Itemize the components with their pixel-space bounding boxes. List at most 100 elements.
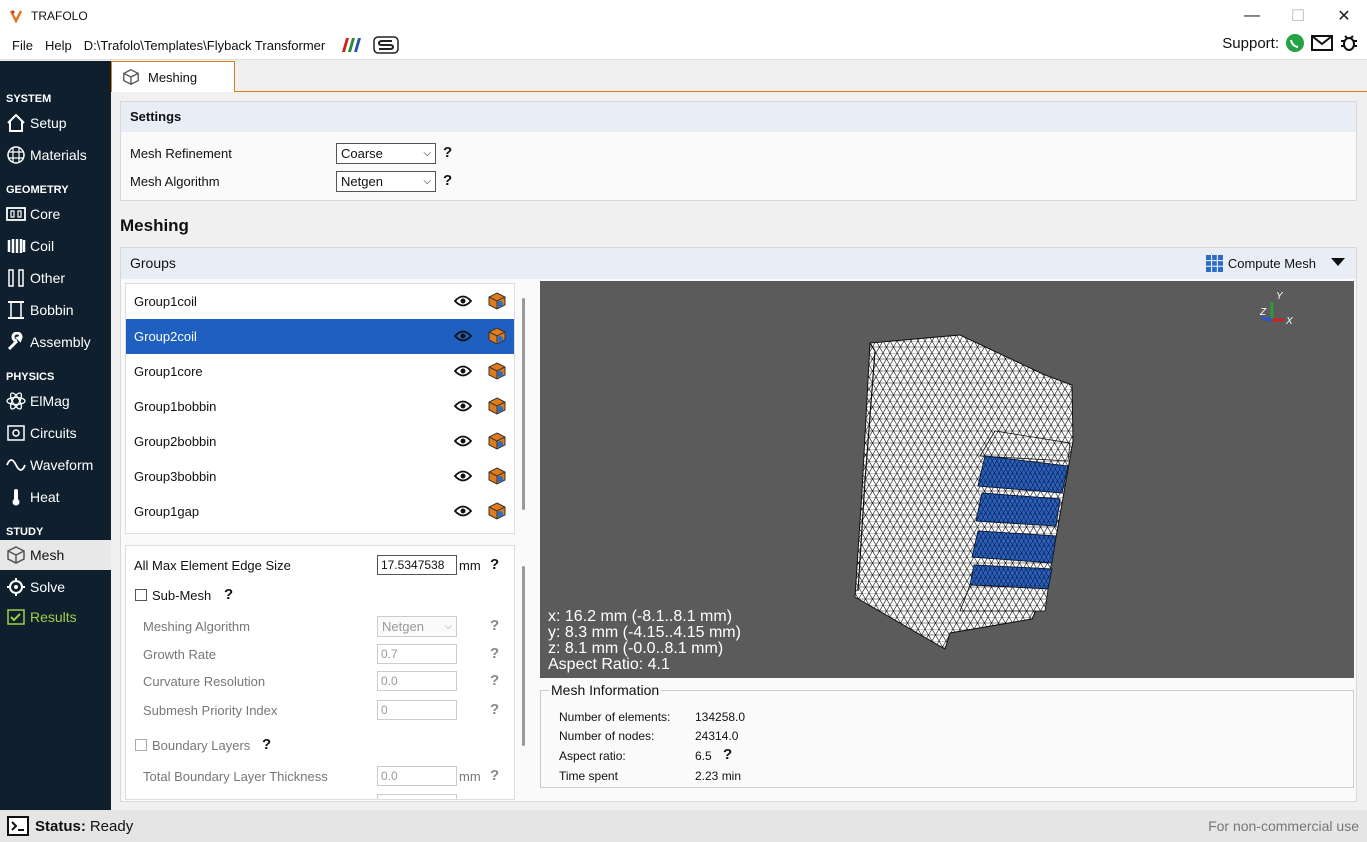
group-list-scrollbar[interactable] bbox=[522, 298, 525, 510]
sidebar-item-mesh[interactable]: Mesh bbox=[0, 540, 111, 570]
next-field-input bbox=[377, 794, 457, 799]
priority-label: Submesh Priority Index bbox=[143, 703, 278, 718]
mesh-settings-icon[interactable] bbox=[488, 467, 506, 488]
sidebar: SYSTEM Setup Materials GEOMETRY Core Coi… bbox=[0, 61, 111, 810]
submesh-checkbox[interactable] bbox=[135, 589, 147, 601]
grid-icon bbox=[1205, 255, 1223, 272]
sidebar-item-circuits[interactable]: Circuits bbox=[0, 418, 111, 448]
mesh-algorithm-select[interactable]: Netgen ⌵ bbox=[336, 171, 436, 192]
axis-y-label: Y bbox=[1276, 291, 1284, 302]
checklist-icon bbox=[6, 607, 26, 627]
help-icon[interactable]: ? bbox=[224, 586, 233, 603]
bobbin-icon bbox=[6, 300, 26, 320]
sine-wave-icon bbox=[6, 455, 26, 475]
help-icon[interactable]: ? bbox=[490, 767, 499, 784]
sidebar-item-materials[interactable]: Materials bbox=[0, 140, 111, 170]
sidebar-item-setup[interactable]: Setup bbox=[0, 108, 111, 138]
mesh-refinement-select[interactable]: Coarse ⌵ bbox=[336, 143, 436, 164]
group-row[interactable]: Group3bobbin bbox=[126, 459, 514, 494]
bug-icon[interactable] bbox=[1339, 33, 1359, 53]
group-row[interactable]: Group1coil bbox=[126, 284, 514, 319]
group-name: Group1gap bbox=[134, 504, 200, 519]
help-icon[interactable]: ? bbox=[490, 701, 499, 718]
tab-meshing[interactable]: Meshing bbox=[111, 61, 235, 92]
mesh-viewer[interactable]: Y X Z x: 16.2 mm (-8.1..8.1 mm) y: 8.3 m… bbox=[540, 281, 1354, 678]
s-logo-icon[interactable] bbox=[373, 36, 399, 54]
help-icon[interactable]: ? bbox=[490, 645, 499, 662]
sidebar-item-waveform[interactable]: Waveform bbox=[0, 450, 111, 480]
sidebar-item-solve[interactable]: Solve bbox=[0, 572, 111, 602]
close-button[interactable]: ✕ bbox=[1321, 0, 1367, 31]
mail-icon[interactable] bbox=[1311, 34, 1333, 52]
tab-label: Meshing bbox=[148, 69, 198, 85]
license-text: For non-commercial use bbox=[1208, 818, 1359, 834]
eye-icon[interactable] bbox=[453, 329, 473, 346]
sidebar-section-geometry: GEOMETRY bbox=[6, 184, 69, 196]
eye-icon[interactable] bbox=[453, 399, 473, 416]
sidebar-item-label: Mesh bbox=[30, 547, 65, 563]
sidebar-item-results[interactable]: Results bbox=[0, 602, 111, 632]
mesh-settings-icon[interactable] bbox=[488, 502, 506, 523]
sidebar-item-assembly[interactable]: Assembly bbox=[0, 327, 111, 357]
curvature-label: Curvature Resolution bbox=[143, 674, 266, 689]
eye-icon[interactable] bbox=[453, 504, 473, 521]
mesh-information-group: Mesh Information bbox=[540, 682, 1354, 788]
sidebar-item-label: Assembly bbox=[30, 334, 91, 350]
help-icon[interactable]: ? bbox=[490, 672, 499, 689]
help-icon[interactable]: ? bbox=[490, 556, 499, 573]
group-row[interactable]: Group1core bbox=[126, 354, 514, 389]
sidebar-item-elmag[interactable]: ElMag bbox=[0, 386, 111, 416]
whatsapp-icon[interactable] bbox=[1285, 33, 1305, 53]
sidebar-item-bobbin[interactable]: Bobbin bbox=[0, 295, 111, 325]
group-row[interactable]: Group1bobbin bbox=[126, 389, 514, 424]
eye-icon[interactable] bbox=[453, 294, 473, 311]
app-title: TRAFOLO bbox=[31, 8, 88, 23]
eye-icon[interactable] bbox=[453, 364, 473, 381]
help-icon[interactable]: ? bbox=[723, 746, 732, 763]
group-row[interactable]: Group1gap bbox=[126, 494, 514, 529]
time-label: Time spent bbox=[559, 769, 618, 783]
dropdown-arrow-icon[interactable] bbox=[1331, 258, 1345, 268]
atom-icon bbox=[6, 391, 26, 411]
help-icon[interactable]: ? bbox=[490, 617, 499, 634]
eye-icon[interactable] bbox=[453, 469, 473, 486]
group-row[interactable]: Group2coil bbox=[126, 319, 514, 354]
help-icon[interactable]: ? bbox=[443, 144, 452, 161]
aspect-value: 6.5 bbox=[695, 749, 712, 763]
mesh-settings-icon[interactable] bbox=[488, 432, 506, 453]
minimize-button[interactable]: — bbox=[1229, 0, 1275, 31]
compute-mesh-button[interactable]: Compute Mesh bbox=[1205, 248, 1316, 279]
growth-rate-label: Growth Rate bbox=[143, 647, 216, 662]
group-row[interactable]: Group2bobbin bbox=[126, 424, 514, 459]
settings-panel: Settings Mesh Refinement Coarse ⌵ ? Mesh … bbox=[120, 101, 1357, 201]
mesh-settings-icon[interactable] bbox=[488, 362, 506, 383]
mesh-cube-icon bbox=[123, 69, 139, 85]
thickness-label: Total Boundary Layer Thickness bbox=[143, 769, 328, 784]
properties-scrollbar[interactable] bbox=[522, 566, 525, 746]
eye-icon[interactable] bbox=[453, 434, 473, 451]
help-icon[interactable]: ? bbox=[262, 736, 271, 753]
group-name: Group3bobbin bbox=[134, 469, 217, 484]
mesh-properties-panel: All Max Element Edge Size 17.5347538 mm … bbox=[125, 545, 515, 800]
mesh-settings-icon[interactable] bbox=[488, 397, 506, 418]
maximize-button[interactable]: ☐ bbox=[1275, 0, 1321, 31]
mesh-refinement-value: Coarse bbox=[341, 146, 383, 161]
sidebar-item-core[interactable]: Core bbox=[0, 199, 111, 229]
mesh-settings-icon[interactable] bbox=[488, 292, 506, 313]
other-icon bbox=[6, 268, 26, 288]
sidebar-section-physics: PHYSICS bbox=[6, 371, 55, 383]
stripes-logo-icon[interactable] bbox=[339, 37, 362, 53]
sidebar-item-label: Bobbin bbox=[30, 302, 74, 318]
help-icon[interactable]: ? bbox=[443, 172, 452, 189]
sidebar-item-coil[interactable]: Coil bbox=[0, 231, 111, 261]
sidebar-item-other[interactable]: Other bbox=[0, 263, 111, 293]
mesh-settings-icon[interactable] bbox=[488, 327, 506, 348]
axis-triad-icon: Y X Z bbox=[1259, 291, 1293, 327]
materials-icon bbox=[6, 145, 26, 165]
group-name: Group1core bbox=[134, 364, 203, 379]
max-edge-input[interactable]: 17.5347538 bbox=[377, 555, 457, 575]
sidebar-item-heat[interactable]: Heat bbox=[0, 482, 111, 512]
menu-file[interactable]: File bbox=[6, 38, 39, 53]
menu-help[interactable]: Help bbox=[39, 38, 78, 53]
sidebar-section-study: STUDY bbox=[6, 526, 44, 538]
